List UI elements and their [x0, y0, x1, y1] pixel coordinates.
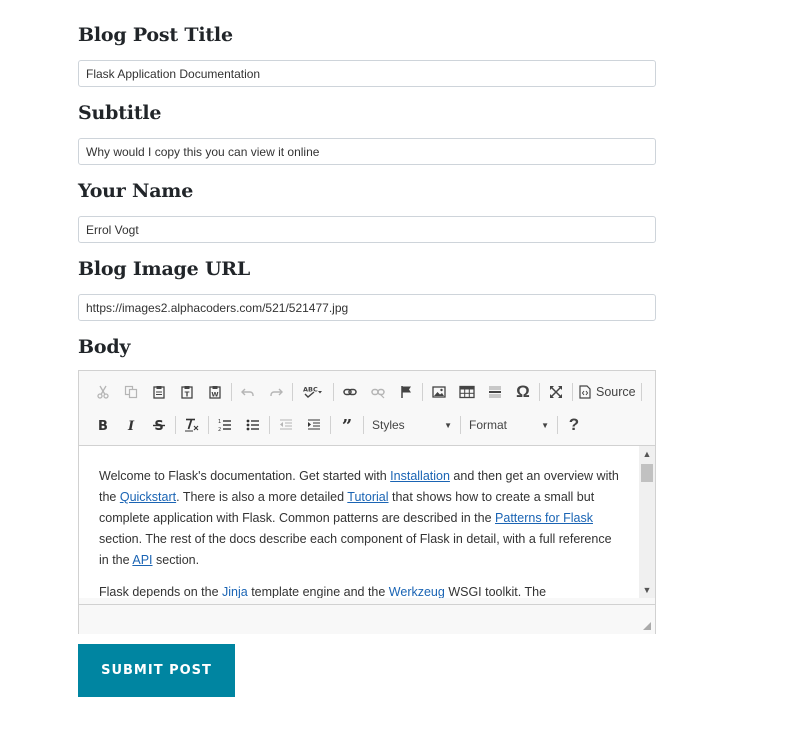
editor-scrollbar[interactable]: ▲ ▼ — [639, 446, 655, 598]
paragraph-text: . There is also a more detailed — [176, 490, 348, 504]
name-input[interactable] — [78, 216, 656, 243]
remove-format-icon[interactable] — [178, 412, 206, 438]
toolbar-separator — [641, 383, 642, 401]
paragraph-text: Welcome to Flask's documentation. Get st… — [99, 469, 391, 483]
jinja-link[interactable]: Jinja — [222, 585, 248, 598]
installation-link[interactable]: Installation — [390, 469, 450, 483]
redo-icon[interactable] — [262, 379, 290, 405]
svg-text:1: 1 — [218, 419, 221, 425]
image-url-group: Blog Image URL — [78, 254, 656, 332]
format-dropdown[interactable]: Format ▼ — [463, 413, 555, 437]
toolbar-row-2: B I S 12 ” Styles ▼ Format ▼ ? — [89, 412, 588, 438]
scroll-down-icon[interactable]: ▼ — [639, 582, 655, 598]
anchor-flag-icon[interactable] — [392, 379, 420, 405]
paste-text-icon[interactable]: T — [173, 379, 201, 405]
styles-dropdown[interactable]: Styles ▼ — [366, 413, 458, 437]
toolbar-separator — [539, 383, 540, 401]
patterns-link[interactable]: Patterns for Flask — [495, 511, 593, 525]
bullet-list-icon[interactable] — [239, 412, 267, 438]
name-label: Your Name — [78, 180, 194, 202]
toolbar-separator — [330, 416, 331, 434]
source-label: Source — [596, 385, 636, 399]
resize-handle-icon[interactable] — [643, 622, 651, 630]
source-button[interactable]: Source — [575, 379, 639, 405]
toolbar-separator — [572, 383, 573, 401]
editor-status-bar — [79, 604, 655, 634]
styles-label: Styles — [372, 418, 405, 432]
toolbar-separator — [333, 383, 334, 401]
submit-post-button[interactable]: SUBMIT POST — [78, 644, 235, 697]
link-icon[interactable] — [336, 379, 364, 405]
maximize-icon[interactable] — [542, 379, 570, 405]
paragraph-text: Flask depends on the — [99, 585, 222, 598]
paragraph-text: section. — [152, 553, 200, 567]
image-icon[interactable] — [425, 379, 453, 405]
chevron-down-icon: ▼ — [541, 420, 549, 430]
subtitle-input[interactable] — [78, 138, 656, 165]
title-input[interactable] — [78, 60, 656, 87]
content-paragraph: Welcome to Flask's documentation. Get st… — [79, 466, 639, 571]
help-icon[interactable]: ? — [560, 412, 588, 438]
body-label: Body — [78, 336, 131, 358]
toolbar-separator — [422, 383, 423, 401]
name-group: Your Name — [78, 176, 656, 254]
quickstart-link[interactable]: Quickstart — [120, 490, 176, 504]
editor-content[interactable]: Welcome to Flask's documentation. Get st… — [79, 446, 639, 598]
unlink-icon[interactable] — [364, 379, 392, 405]
toolbar-separator — [269, 416, 270, 434]
table-icon[interactable] — [453, 379, 481, 405]
title-label: Blog Post Title — [78, 24, 233, 46]
toolbar-separator — [363, 416, 364, 434]
svg-text:ABC: ABC — [303, 386, 318, 394]
undo-icon[interactable] — [234, 379, 262, 405]
content-paragraph: Flask depends on the Jinja template engi… — [79, 582, 639, 598]
blockquote-icon[interactable]: ” — [333, 412, 361, 438]
spellcheck-icon[interactable]: ABC — [295, 379, 331, 405]
image-url-label: Blog Image URL — [78, 258, 251, 280]
cut-icon[interactable] — [89, 379, 117, 405]
horizontal-line-icon[interactable] — [481, 379, 509, 405]
paste-icon[interactable] — [145, 379, 173, 405]
rich-text-editor: T W ABC Ω Source B I S 1 2 ” Styles ▼ Fo… — [78, 370, 656, 634]
paste-word-icon[interactable]: W — [201, 379, 229, 405]
toolbar-row-1: T W ABC Ω Source — [89, 379, 644, 405]
paragraph-text: template engine and the — [247, 585, 389, 598]
svg-text:T: T — [185, 391, 190, 399]
toolbar-separator — [208, 416, 209, 434]
toolbar-separator — [460, 416, 461, 434]
svg-text:”: ” — [342, 418, 352, 432]
blog-post-form: Blog Post Title Subtitle Your Name Blog … — [78, 20, 656, 362]
format-label: Format — [469, 418, 508, 432]
svg-text:I: I — [127, 419, 135, 432]
copy-icon[interactable] — [117, 379, 145, 405]
api-link[interactable]: API — [132, 553, 152, 567]
special-char-icon[interactable]: Ω — [509, 379, 537, 405]
toolbar-separator — [292, 383, 293, 401]
toolbar-separator — [231, 383, 232, 401]
title-group: Blog Post Title — [78, 20, 656, 98]
svg-text:W: W — [211, 391, 218, 399]
indent-icon[interactable] — [300, 412, 328, 438]
paragraph-text: WSGI toolkit. The — [444, 585, 547, 598]
italic-icon[interactable]: I — [117, 412, 145, 438]
subtitle-label: Subtitle — [78, 102, 162, 124]
werkzeug-link[interactable]: Werkzeug — [389, 585, 445, 598]
outdent-icon[interactable] — [272, 412, 300, 438]
tutorial-link[interactable]: Tutorial — [347, 490, 388, 504]
editor-toolbar: T W ABC Ω Source B I S 1 2 ” Styles ▼ Fo… — [79, 371, 655, 446]
scrollbar-thumb[interactable] — [641, 464, 653, 482]
source-icon — [579, 385, 591, 399]
svg-text:2: 2 — [218, 427, 221, 432]
svg-text:B: B — [98, 419, 108, 432]
chevron-down-icon: ▼ — [444, 420, 452, 430]
image-url-input[interactable] — [78, 294, 656, 321]
scroll-up-icon[interactable]: ▲ — [639, 446, 655, 462]
toolbar-separator — [175, 416, 176, 434]
numbered-list-icon[interactable]: 12 — [211, 412, 239, 438]
bold-icon[interactable]: B — [89, 412, 117, 438]
toolbar-separator — [557, 416, 558, 434]
subtitle-group: Subtitle — [78, 98, 656, 176]
strikethrough-icon[interactable]: S — [145, 412, 173, 438]
